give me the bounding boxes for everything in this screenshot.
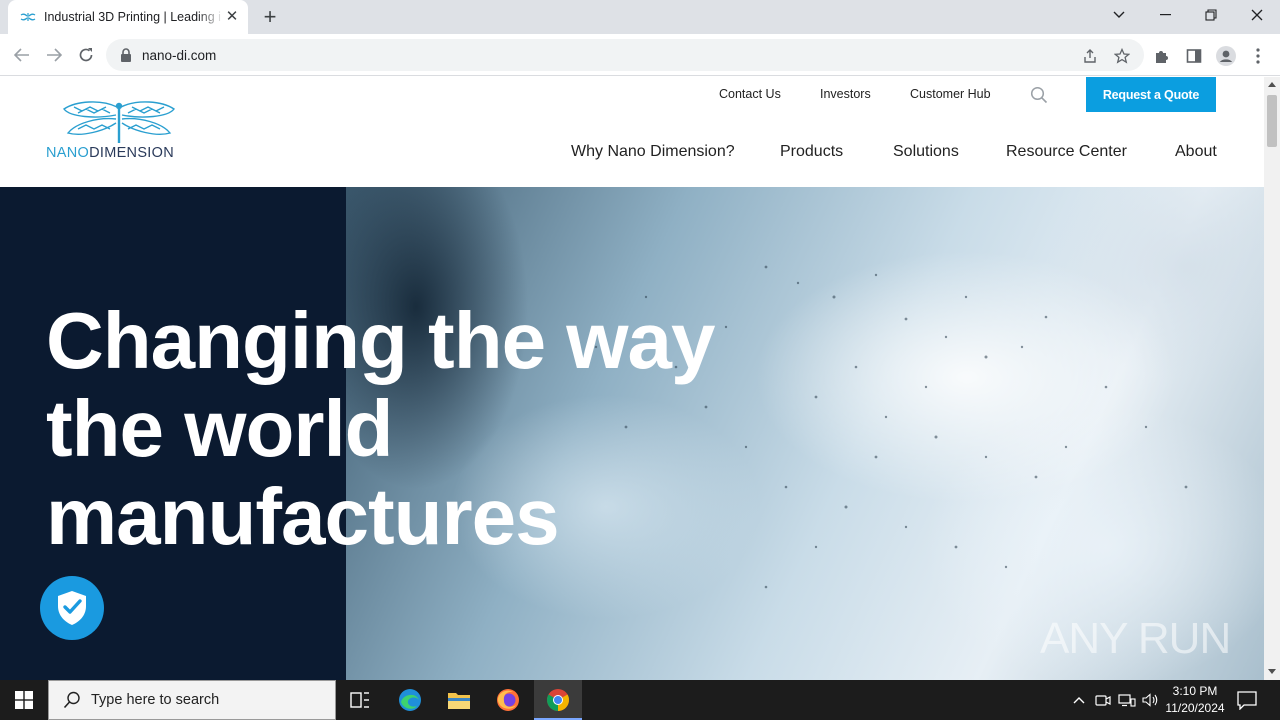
- windows-logo-icon: [15, 691, 33, 709]
- notifications-icon[interactable]: [1236, 690, 1258, 710]
- hero-headline-line-2: the world: [46, 384, 394, 473]
- taskbar-search-box[interactable]: Type here to search: [48, 680, 336, 720]
- system-clock[interactable]: 3:10 PM 11/20/2024: [1160, 683, 1230, 717]
- folder-icon: [448, 693, 470, 709]
- bookmark-star-icon[interactable]: [1112, 46, 1132, 66]
- nav-solutions[interactable]: Solutions: [893, 143, 959, 161]
- scroll-up-arrow-icon[interactable]: [1268, 82, 1276, 87]
- dragonfly-favicon-icon: [20, 13, 36, 21]
- lock-icon[interactable]: [120, 48, 132, 62]
- profile-avatar-icon[interactable]: [1216, 46, 1236, 66]
- firefox-icon: [497, 689, 519, 711]
- page-scrollbar[interactable]: [1264, 77, 1280, 680]
- taskbar-chrome[interactable]: [534, 680, 582, 720]
- url-text[interactable]: nano-di.com: [142, 48, 216, 63]
- nano-dimension-logo[interactable]: NANODIMENSION: [46, 99, 192, 163]
- taskbar-edge[interactable]: [386, 680, 434, 720]
- request-a-quote-button[interactable]: Request a Quote: [1086, 77, 1216, 112]
- browser-menu-kebab-icon[interactable]: [1248, 46, 1268, 66]
- scroll-down-arrow-icon[interactable]: [1268, 669, 1276, 674]
- nav-resource-center[interactable]: Resource Center: [1006, 143, 1127, 161]
- privacy-shield-button[interactable]: [40, 576, 104, 640]
- taskbar-firefox[interactable]: [484, 680, 532, 720]
- web-page: NANODIMENSION Contact Us Investors Custo…: [0, 77, 1264, 680]
- hero-headline-line-1: Changing the way: [46, 296, 716, 385]
- browser-toolbar: nano-di.com: [0, 34, 1280, 76]
- scrollbar-thumb[interactable]: [1267, 95, 1277, 147]
- start-button[interactable]: [0, 680, 48, 720]
- nav-why-nano-dimension[interactable]: Why Nano Dimension?: [571, 143, 735, 161]
- meet-now-icon[interactable]: [1094, 691, 1112, 709]
- windows-taskbar: Type here to search 3:10 PM 11/20/2024: [0, 680, 1280, 720]
- investors-link[interactable]: Investors: [820, 87, 871, 101]
- browser-tab-strip: Industrial 3D Printing | Leading i ✕ +: [0, 0, 1280, 34]
- restore-window-icon[interactable]: [1188, 0, 1234, 30]
- nav-about[interactable]: About: [1175, 143, 1217, 161]
- contact-us-link[interactable]: Contact Us: [719, 87, 781, 101]
- chrome-icon: [547, 689, 569, 711]
- taskbar-file-explorer[interactable]: [435, 680, 483, 720]
- task-view-button[interactable]: [336, 680, 384, 720]
- show-hidden-icons-chevron-icon[interactable]: [1070, 691, 1088, 709]
- new-tab-icon[interactable]: +: [258, 6, 282, 28]
- shield-check-icon: [58, 591, 86, 625]
- browser-tab-active[interactable]: Industrial 3D Printing | Leading i ✕: [8, 0, 248, 34]
- tab-search-chevron-icon[interactable]: [1096, 0, 1142, 30]
- reload-icon[interactable]: [73, 42, 99, 68]
- forward-arrow-icon[interactable]: [41, 42, 67, 68]
- close-window-icon[interactable]: [1234, 0, 1280, 30]
- clock-date: 11/20/2024: [1165, 701, 1225, 715]
- hero-section: Changing the way the world manufactures …: [0, 187, 1264, 680]
- edge-browser-icon: [399, 689, 421, 711]
- extensions-puzzle-icon[interactable]: [1152, 46, 1172, 66]
- nav-products[interactable]: Products: [780, 143, 843, 161]
- logo-wordmark: NANODIMENSION: [46, 145, 174, 161]
- volume-speaker-icon[interactable]: [1142, 691, 1160, 709]
- minimize-window-icon[interactable]: [1142, 0, 1188, 30]
- anyrun-watermark: ANY RUN: [1040, 614, 1231, 663]
- task-view-icon: [350, 692, 369, 708]
- share-icon[interactable]: [1080, 46, 1100, 66]
- search-icon[interactable]: [1030, 86, 1048, 104]
- clock-time: 3:10 PM: [1172, 684, 1218, 698]
- back-arrow-icon[interactable]: [9, 42, 35, 68]
- side-panel-icon[interactable]: [1184, 46, 1204, 66]
- hero-headline-line-3: manufactures: [46, 472, 560, 561]
- dragonfly-logo-icon: [62, 101, 176, 143]
- customer-hub-link[interactable]: Customer Hub: [910, 87, 991, 101]
- hero-headline: Changing the way the world manufactures: [46, 297, 806, 561]
- address-bar[interactable]: nano-di.com: [106, 39, 1144, 71]
- network-icon[interactable]: [1118, 691, 1136, 709]
- site-header: NANODIMENSION Contact Us Investors Custo…: [0, 77, 1264, 187]
- tab-title: Industrial 3D Printing | Leading i: [44, 10, 221, 24]
- taskbar-search-placeholder: Type here to search: [91, 692, 220, 708]
- taskbar-search-icon: [63, 691, 80, 709]
- tab-close-icon[interactable]: ✕: [224, 9, 240, 25]
